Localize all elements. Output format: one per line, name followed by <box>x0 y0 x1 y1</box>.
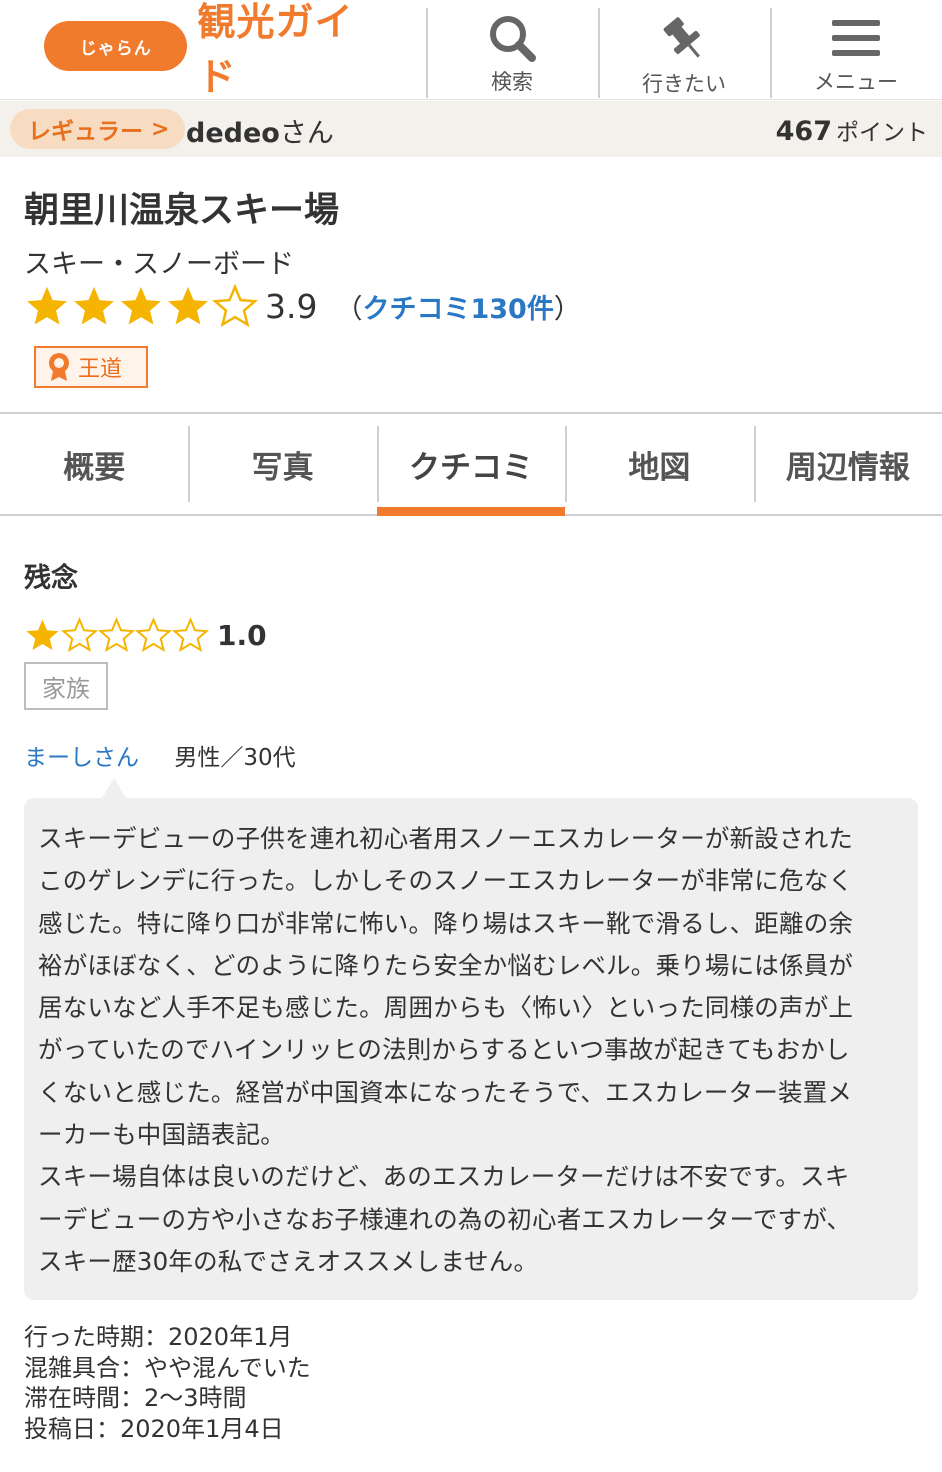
star-empty-icon <box>98 617 135 653</box>
star-filled-icon <box>26 619 59 650</box>
crowd-level: 混雑具合：やや混んでいた <box>24 1353 311 1382</box>
spot-rating-row: 3.9 （クチコミ130件） <box>24 282 581 330</box>
pin-icon <box>663 17 700 58</box>
search-icon <box>490 16 536 62</box>
spot-category: スキー・スノーボード <box>24 249 294 280</box>
tab-nearby[interactable]: 周辺情報 <box>753 414 942 514</box>
user-bar: レギュラー > dedeoさん 467 ポイント <box>0 101 942 157</box>
spot-title: 朝里川温泉スキー場 <box>24 191 340 231</box>
star-empty-icon <box>61 617 98 653</box>
review-body-bubble: スキーデビューの子供を連れ初心者用スノーエスカレーターが新設された このゲレンデ… <box>24 778 918 1300</box>
points-value: 467 <box>775 116 832 147</box>
visit-period: 行った時期：2020年1月 <box>24 1323 293 1351</box>
logo-mark-text: じゃらん <box>79 38 152 59</box>
rank-badge[interactable]: レギュラー > <box>10 109 186 149</box>
tab-photos[interactable]: 写真 <box>188 414 376 514</box>
spot-rating-stars <box>24 284 259 328</box>
chevron-right-icon: > <box>151 116 170 142</box>
tab-reviews[interactable]: クチコミ <box>376 414 566 516</box>
rank-label: レギュラー <box>28 119 143 145</box>
stay-duration: 滞在時間：2〜3時間 <box>24 1384 247 1412</box>
review-link-close: ） <box>553 293 581 325</box>
username: dedeoさん <box>186 111 334 150</box>
star-empty-icon <box>135 617 172 653</box>
review-link-open: （ <box>335 293 363 325</box>
reviewer-demographic: 男性／30代 <box>174 745 296 771</box>
username-suffix: さん <box>279 118 334 149</box>
user-points: 467 ポイント <box>776 113 928 147</box>
hamburger-menu-icon <box>832 20 880 56</box>
search-label: 検索 <box>491 70 533 94</box>
star-filled-icon <box>121 286 161 325</box>
site-logo[interactable]: じゃらん 観光ガイド <box>44 0 384 99</box>
review-rating-row: 1.0 <box>24 614 267 656</box>
review-count-link[interactable]: クチコミ130件 <box>362 294 553 325</box>
star-filled-icon <box>74 286 114 325</box>
tab-overview[interactable]: 概要 <box>0 414 188 514</box>
points-unit: ポイント <box>836 120 928 146</box>
star-empty-icon <box>212 284 258 328</box>
post-date: 投稿日：2020年1月4日 <box>24 1414 284 1443</box>
star-filled-icon <box>27 286 67 325</box>
spot-tabs: 概要 写真 クチコミ 地図 周辺情報 <box>0 412 942 516</box>
search-button[interactable]: 検索 <box>426 8 596 98</box>
star-empty-icon <box>172 617 209 653</box>
review-body: スキーデビューの子供を連れ初心者用スノーエスカレーターが新設された このゲレンデ… <box>38 824 854 1276</box>
review-rating-stars <box>24 617 209 653</box>
review-meta: 行った時期：2020年1月 混雑具合：やや混んでいた 滞在時間：2〜3時間 投稿… <box>24 1322 311 1444</box>
reviewer-name[interactable]: まーしさん <box>24 745 139 771</box>
star-filled-icon <box>168 286 208 325</box>
companion-tag: 家族 <box>24 662 108 710</box>
spot-rating-value: 3.9 <box>265 286 318 326</box>
award-ribbon-icon <box>49 353 69 381</box>
menu-button[interactable]: メニュー <box>770 8 940 98</box>
badge-classic: 王道 <box>34 346 148 388</box>
want-to-go-label: 行きたい <box>642 72 726 96</box>
logo-text: 観光ガイド <box>197 0 354 99</box>
tab-map[interactable]: 地図 <box>565 414 753 514</box>
jalan-logo-mark: じゃらん <box>44 21 188 71</box>
username-name: dedeo <box>186 118 280 149</box>
badge-label: 王道 <box>78 357 123 382</box>
want-to-go-button[interactable]: 行きたい <box>598 8 768 98</box>
menu-label: メニュー <box>814 70 898 94</box>
review-score: 1.0 <box>217 618 267 652</box>
review-count: （クチコミ130件） <box>335 287 580 326</box>
review-title: 残念 <box>24 563 78 594</box>
reviewer-info: まーしさん 男性／30代 <box>24 738 296 772</box>
site-header: じゃらん 観光ガイド 検索 行きたい メニュー <box>0 0 942 100</box>
